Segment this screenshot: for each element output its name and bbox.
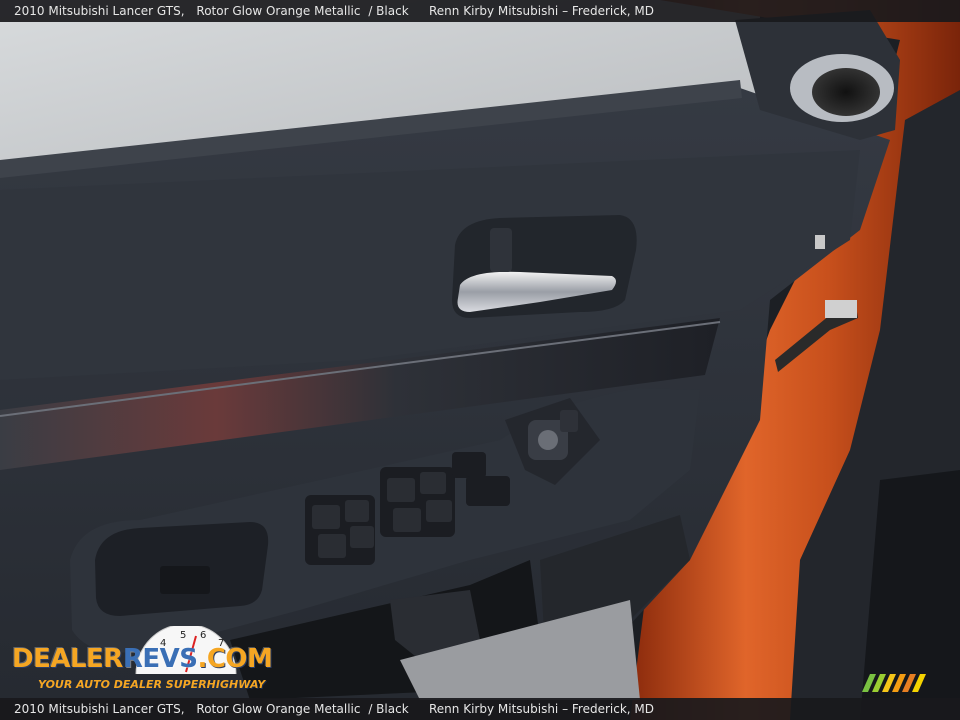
caption-left: 2010 Mitsubishi Lancer GTS, Rotor Glow O… — [14, 0, 409, 22]
caption-dealer-bottom: Renn Kirby Mitsubishi – Frederick, MD — [429, 702, 655, 716]
caption-dealer: Renn Kirby Mitsubishi – Frederick, MD — [429, 4, 655, 18]
logo-tagline: YOUR AUTO DEALER SUPERHIGHWAY — [38, 678, 266, 691]
logo-dealer: DEALER — [12, 644, 123, 674]
bottom-caption-bar: 2010 Mitsubishi Lancer GTS, Rotor Glow O… — [0, 698, 960, 720]
logo-revs: REVS — [122, 644, 198, 674]
dealerrevs-logo: 4 5 6 7 DEALERREVS.COM YOUR AUTO DEALER … — [10, 626, 273, 698]
caption-vehicle-bottom: 2010 Mitsubishi Lancer GTS, — [14, 702, 185, 716]
svg-text:5: 5 — [180, 630, 186, 641]
tweeter-speaker-icon — [790, 54, 894, 122]
svg-text:6: 6 — [200, 630, 206, 641]
caption-interior: / Black — [368, 4, 409, 18]
caption-vehicle: 2010 Mitsubishi Lancer GTS, — [14, 4, 185, 18]
logo-suffix: .COM — [197, 644, 273, 674]
logo-wordmark: DEALERREVS.COM — [12, 644, 273, 674]
color-stripes-icon — [862, 674, 926, 692]
caption-color: Rotor Glow Orange Metallic — [196, 4, 361, 18]
top-caption-bar: 2010 Mitsubishi Lancer GTS, Rotor Glow O… — [0, 0, 960, 22]
caption-interior-bottom: / Black — [368, 702, 409, 716]
door-photo — [0, 0, 960, 720]
caption-color-bottom: Rotor Glow Orange Metallic — [196, 702, 361, 716]
caption-left-bottom: 2010 Mitsubishi Lancer GTS, Rotor Glow O… — [14, 698, 409, 720]
